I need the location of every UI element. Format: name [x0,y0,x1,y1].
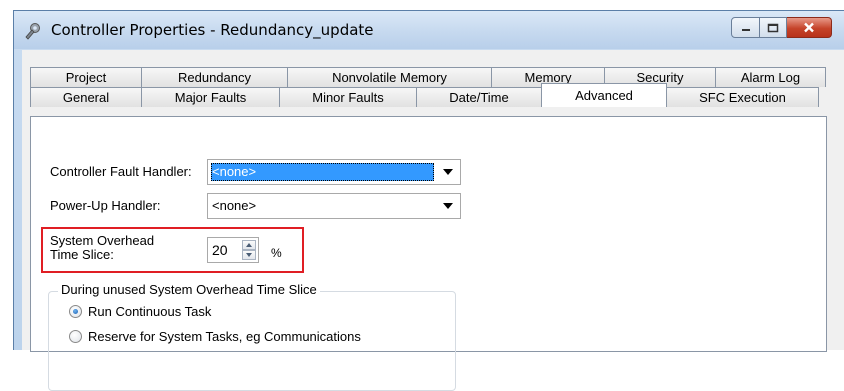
powerup-handler-value: <none> [212,198,257,213]
tab-date-time[interactable]: Date/Time [416,87,542,107]
overhead-label: System Overhead Time Slice: [50,234,154,262]
spin-down-button[interactable] [242,250,256,260]
spinner-buttons [242,240,256,260]
radio-button-unchecked[interactable] [69,330,82,343]
minimize-icon [741,28,750,31]
chevron-down-icon [436,160,460,184]
tab-redundancy[interactable]: Redundancy [141,67,288,87]
overhead-label-line1: System Overhead [50,233,155,248]
run-continuous-task-label: Run Continuous Task [88,304,212,319]
overhead-spinner[interactable]: 20 [207,237,259,263]
maximize-button[interactable] [760,17,787,38]
tab-project[interactable]: Project [30,67,142,87]
powerup-handler-dropdown[interactable]: <none> [207,193,461,219]
tab-nonvolatile-memory[interactable]: Nonvolatile Memory [287,67,492,87]
minimize-button[interactable] [731,17,760,38]
maximize-icon [767,23,779,32]
window-controls [731,17,832,38]
close-button[interactable] [787,17,832,38]
advanced-tab-panel: Controller Fault Handler: <none> Power-U… [30,116,827,391]
title-bar[interactable]: Controller Properties - Redundancy_updat… [14,11,844,49]
powerup-handler-label: Power-Up Handler: [50,198,161,213]
tab-general[interactable]: General [30,87,142,107]
reserve-system-tasks-label: Reserve for System Tasks, eg Communicati… [88,329,361,344]
tab-minor-faults[interactable]: Minor Faults [279,87,417,107]
close-icon [804,22,814,33]
controller-properties-window: Controller Properties - Redundancy_updat… [13,10,844,391]
fault-handler-label: Controller Fault Handler: [50,164,192,179]
dialog-content: Project Redundancy Nonvolatile Memory Me… [22,50,844,391]
chevron-down-icon [246,253,252,257]
radio-button-checked[interactable] [69,305,82,318]
fault-handler-value: <none> [211,163,434,181]
reserve-system-tasks-option[interactable]: Reserve for System Tasks, eg Communicati… [69,329,361,344]
chevron-down-icon [436,194,460,218]
tab-sfc-execution[interactable]: SFC Execution [666,87,819,107]
overhead-value: 20 [212,242,228,258]
tab-advanced[interactable]: Advanced [541,83,667,107]
unused-time-slice-group-title: During unused System Overhead Time Slice [58,282,320,297]
run-continuous-task-option[interactable]: Run Continuous Task [69,304,211,319]
tab-alarm-log[interactable]: Alarm Log [715,67,826,87]
chevron-up-icon [246,243,252,247]
tab-major-faults[interactable]: Major Faults [141,87,280,107]
fault-handler-dropdown[interactable]: <none> [207,159,461,185]
overhead-label-line2: Time Slice: [50,247,114,262]
spin-up-button[interactable] [242,240,256,250]
tab-row-back: Project Redundancy Nonvolatile Memory Me… [30,67,826,87]
wrench-icon [25,23,40,40]
tab-row-front: General Major Faults Minor Faults Date/T… [30,83,819,107]
overhead-unit: % [271,246,282,260]
window-title: Controller Properties - Redundancy_updat… [51,21,374,39]
